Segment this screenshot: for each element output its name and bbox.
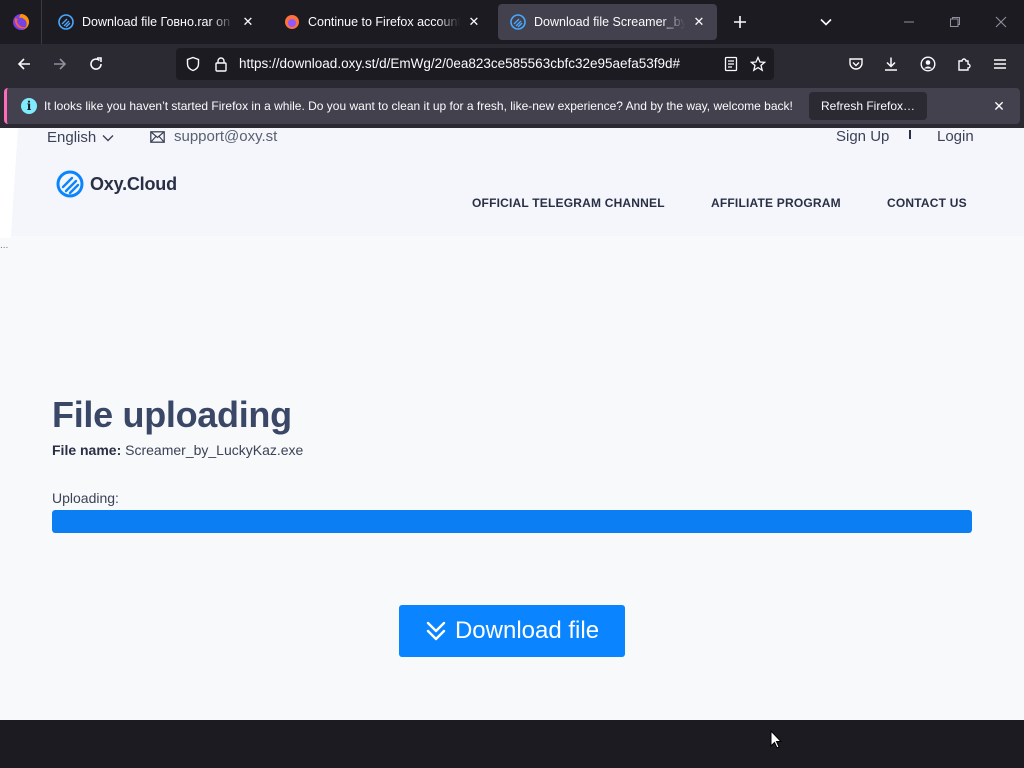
divider [909,130,911,139]
tab-title: Download file Screamer_by_LuckyKaz.exe [534,15,685,29]
support-email: support@oxy.st [174,128,278,145]
puzzle-piece-icon [958,58,971,71]
nav-affiliate-program[interactable]: AFFILIATE PROGRAM [711,196,841,210]
pocket-button[interactable] [840,48,872,80]
upload-progress-fill [52,510,972,533]
download-icon [885,57,897,71]
refresh-firefox-button[interactable]: Refresh Firefox… [809,92,928,120]
refresh-firefox-notification: i It looks like you haven’t started Fire… [4,88,1020,124]
url-text[interactable]: https://download.oxy.st/d/EmWg/2/0ea823c… [239,56,711,71]
list-all-tabs-button[interactable] [803,0,849,44]
nav-telegram-channel[interactable]: OFFICIAL TELEGRAM CHANNEL [472,196,665,210]
plus-icon [734,16,746,28]
upload-progress-bar [52,510,972,533]
arrow-right-icon [54,58,67,70]
close-icon [995,16,1007,28]
language-selector[interactable]: English [47,129,114,146]
app-menu-button[interactable] [984,48,1016,80]
extensions-button[interactable] [948,48,980,80]
page-title: File uploading [52,394,292,435]
page-content: English support@oxy.st Sign Up Login Oxy… [0,128,1024,720]
close-tab-icon[interactable]: ✕ [238,12,258,32]
close-notification-icon[interactable]: ✕ [989,96,1009,116]
support-email-link[interactable]: support@oxy.st [150,128,277,145]
info-icon: i [21,98,37,114]
firefox-view-button[interactable] [0,0,42,44]
tab-title: Download file Говно.rar on Oxy [82,15,234,29]
reload-button[interactable] [80,48,112,80]
logo-text: Oxy.Cloud [90,173,177,194]
close-tab-icon[interactable]: ✕ [464,12,484,32]
minimize-icon [904,21,914,23]
close-tab-icon[interactable]: ✕ [689,12,709,32]
file-name-value: Screamer_by_LuckyKaz.exe [125,442,304,458]
url-bar[interactable]: https://download.oxy.st/d/EmWg/2/0ea823c… [176,48,774,80]
file-name-row: File name: Screamer_by_LuckyKaz.exe [52,442,303,458]
envelope-icon [150,130,165,143]
notification-message: It looks like you haven’t started Firefo… [44,99,793,113]
restore-button[interactable] [932,0,978,44]
tracking-protection-shield-icon[interactable] [185,56,201,72]
firefox-favicon-icon [285,15,299,29]
account-icon [920,56,936,72]
account-button[interactable] [912,48,944,80]
tab-strip: Download file Говно.rar on Oxy ✕ Continu… [0,0,1024,44]
tab-firefox-accounts[interactable]: Continue to Firefox accounts ✕ [272,4,492,40]
sign-up-link[interactable]: Sign Up [836,128,889,145]
forward-button[interactable] [44,48,76,80]
mouse-cursor-icon [770,730,782,749]
reader-view-icon[interactable] [723,56,739,72]
lock-icon[interactable] [213,56,229,72]
site-logo[interactable]: Oxy.Cloud [56,170,177,198]
download-file-button[interactable]: Download file [399,605,625,657]
oxy-favicon-icon [58,14,74,30]
oxy-cloud-logo-icon [56,170,84,198]
login-link[interactable]: Login [937,128,974,145]
language-label: English [47,129,97,146]
restore-icon [950,17,960,27]
downloads-button[interactable] [875,48,907,80]
nav-contact-us[interactable]: CONTACT US [887,196,967,210]
bottom-bar [0,720,1024,768]
bookmark-star-icon[interactable] [750,56,766,72]
navigation-toolbar: https://download.oxy.st/d/EmWg/2/0ea823c… [0,44,1024,84]
download-file-label: Download file [454,617,600,644]
minimize-button[interactable] [886,0,932,44]
file-name-label: File name: [52,442,122,458]
tab-download-file-screamer[interactable]: Download file Screamer_by_LuckyKaz.exe ✕ [498,4,717,40]
back-button[interactable] [8,48,40,80]
reload-icon [90,57,102,70]
pocket-icon [849,58,863,70]
hamburger-menu-icon [994,59,1006,69]
arrow-left-icon [17,58,30,70]
tab-download-file-govno[interactable]: Download file Говно.rar on Oxy ✕ [46,4,266,40]
uploading-label: Uploading: [52,490,119,506]
new-tab-button[interactable] [717,0,763,44]
notification-area: i It looks like you haven’t started Fire… [0,84,1024,128]
close-window-button[interactable] [978,0,1024,44]
double-chevron-down-icon [426,621,446,641]
chevron-down-icon [102,134,114,141]
firefox-logo-icon [12,14,29,30]
chevron-down-icon [820,18,832,26]
oxy-favicon-icon [510,14,526,30]
ellipsis-text: ... [0,240,9,251]
tab-title: Continue to Firefox accounts [308,15,460,29]
